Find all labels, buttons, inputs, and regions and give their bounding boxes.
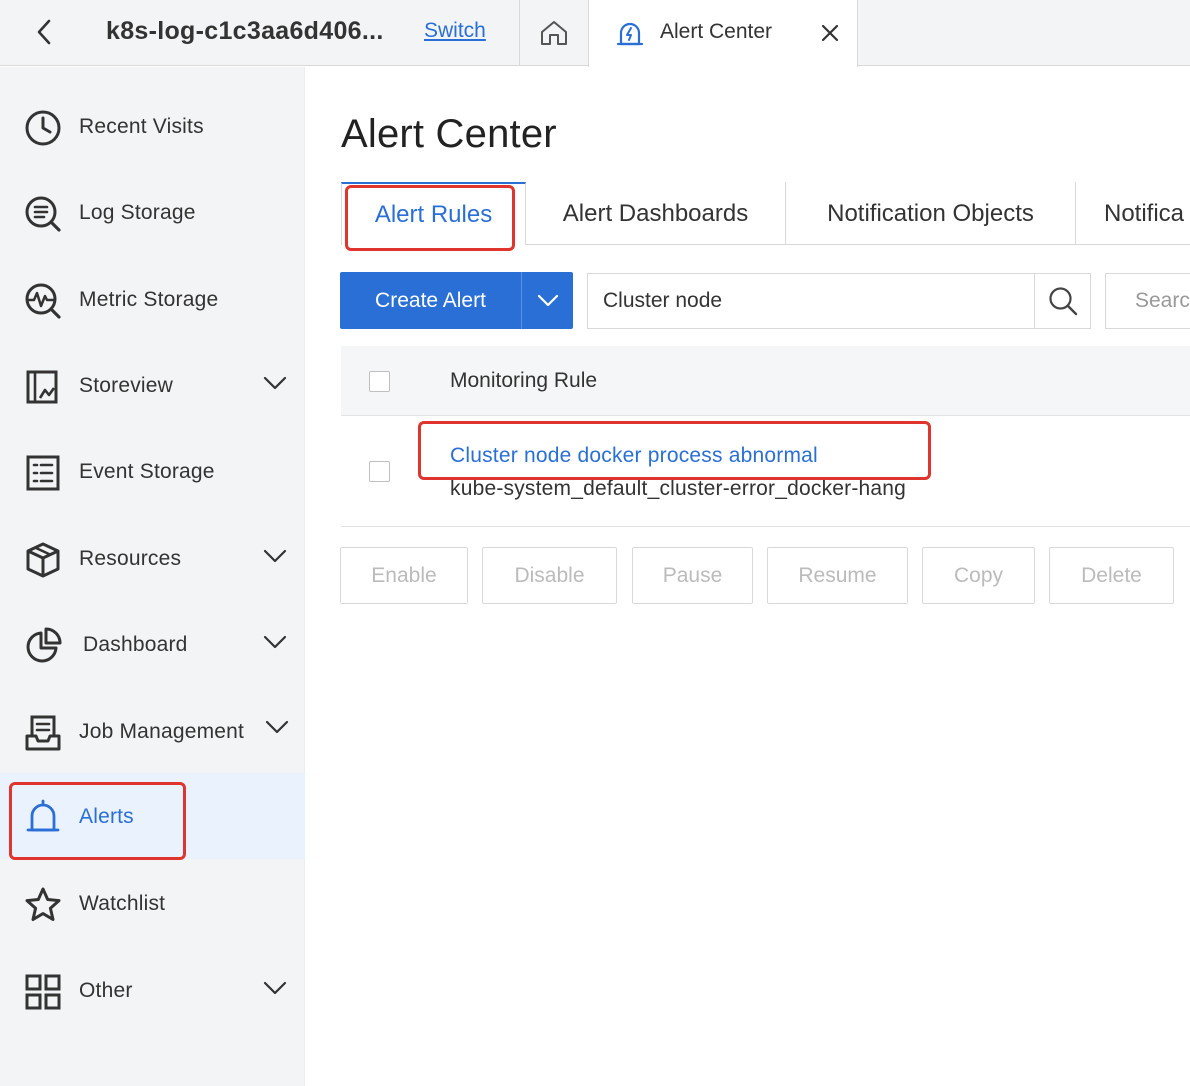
- star-icon: [25, 887, 61, 921]
- sidebar: Recent Visits Log Storage Metric Storage…: [0, 67, 305, 1086]
- grid-icon: [25, 974, 61, 1010]
- alert-center-icon: [616, 22, 644, 46]
- home-icon: [540, 21, 567, 45]
- storeview-icon: [26, 370, 58, 404]
- resume-button[interactable]: Resume: [767, 547, 908, 604]
- sidebar-item-storeview[interactable]: Storeview: [0, 346, 305, 426]
- tab-notification-objects[interactable]: Notification Objects: [786, 182, 1076, 245]
- sidebar-item-label: Alerts: [79, 805, 134, 828]
- sidebar-item-label: Event Storage: [79, 460, 215, 483]
- create-alert-dropdown-button[interactable]: [521, 272, 573, 329]
- log-search-icon: [25, 196, 61, 232]
- tab-alert-center[interactable]: Alert Center: [588, 0, 858, 67]
- switch-project-link[interactable]: Switch: [424, 19, 486, 43]
- job-inbox-icon: [25, 715, 61, 751]
- sidebar-item-label: Log Storage: [79, 201, 196, 224]
- page-title: Alert Center: [341, 112, 557, 156]
- disable-button[interactable]: Disable: [482, 547, 617, 604]
- sidebar-item-label: Resources: [79, 547, 182, 570]
- sidebar-item-metric-storage[interactable]: Metric Storage: [0, 260, 305, 340]
- event-list-icon: [26, 455, 60, 491]
- copy-button[interactable]: Copy: [922, 547, 1035, 604]
- project-name: k8s-log-c1c3aa6d406...: [106, 17, 384, 45]
- chevron-left-icon: [37, 19, 51, 45]
- chevron-down-icon: [263, 549, 287, 563]
- enable-button[interactable]: Enable: [340, 547, 468, 604]
- sidebar-item-other[interactable]: Other: [0, 951, 305, 1031]
- sidebar-item-label: Metric Storage: [79, 288, 219, 311]
- sidebar-item-watchlist[interactable]: Watchlist: [0, 864, 305, 944]
- clock-icon: [25, 110, 61, 146]
- alert-center-tabs: Alert Rules Alert Dashboards Notificatio…: [341, 182, 1190, 245]
- create-alert-button[interactable]: Create Alert: [340, 272, 521, 329]
- pause-button[interactable]: Pause: [632, 547, 753, 604]
- tab-alert-center-label: Alert Center: [660, 20, 773, 43]
- sidebar-item-label: Dashboard: [83, 633, 188, 656]
- pie-chart-icon: [26, 627, 62, 663]
- sidebar-item-resources[interactable]: Resources: [0, 519, 305, 599]
- sidebar-item-label: Storeview: [79, 374, 174, 397]
- sidebar-item-job-management[interactable]: Job Management: [0, 692, 305, 772]
- sidebar-item-label: Watchlist: [79, 892, 166, 915]
- metric-search-icon: [25, 283, 61, 319]
- sidebar-item-recent-visits[interactable]: Recent Visits: [0, 87, 305, 167]
- table-row: Cluster node docker process abnormal kub…: [341, 417, 1190, 527]
- tab-alert-dashboards[interactable]: Alert Dashboards: [526, 182, 786, 245]
- chevron-down-icon: [263, 635, 287, 649]
- sidebar-item-label: Job Management: [79, 720, 245, 743]
- chevron-down-icon: [263, 981, 287, 995]
- cube-icon: [26, 542, 60, 578]
- chevron-down-icon: [263, 376, 287, 390]
- tab-alert-rules[interactable]: Alert Rules: [341, 182, 526, 245]
- sidebar-item-dashboard[interactable]: Dashboard: [0, 605, 305, 685]
- search-button[interactable]: [1034, 274, 1091, 328]
- search-box: [587, 273, 1091, 329]
- close-icon[interactable]: [819, 22, 841, 44]
- chevron-down-icon: [537, 294, 558, 307]
- table-header: Monitoring Rule: [341, 346, 1190, 416]
- bell-icon: [26, 799, 60, 832]
- back-button[interactable]: [28, 16, 60, 48]
- search-input[interactable]: [588, 274, 1034, 328]
- home-tab[interactable]: [520, 0, 587, 66]
- rule-name-link[interactable]: Cluster node docker process abnormal: [450, 444, 818, 468]
- sidebar-item-label: Other: [79, 979, 133, 1002]
- search-submit-button[interactable]: Searc: [1105, 273, 1190, 329]
- select-all-checkbox[interactable]: [369, 371, 390, 392]
- chevron-down-icon: [265, 720, 289, 734]
- sidebar-item-label: Recent Visits: [79, 115, 204, 138]
- sidebar-item-event-storage[interactable]: Event Storage: [0, 432, 305, 512]
- row-checkbox[interactable]: [369, 461, 390, 482]
- delete-button[interactable]: Delete: [1049, 547, 1174, 604]
- tab-notification-policy[interactable]: Notifica: [1076, 182, 1190, 245]
- sidebar-item-alerts[interactable]: Alerts: [0, 773, 305, 859]
- top-bar: k8s-log-c1c3aa6d406... Switch Alert Cent…: [0, 0, 1190, 67]
- search-icon: [1049, 287, 1078, 316]
- column-header-monitoring-rule: Monitoring Rule: [450, 369, 598, 392]
- sidebar-item-log-storage[interactable]: Log Storage: [0, 173, 305, 253]
- rule-id: kube-system_default_cluster-error_docker…: [450, 477, 907, 500]
